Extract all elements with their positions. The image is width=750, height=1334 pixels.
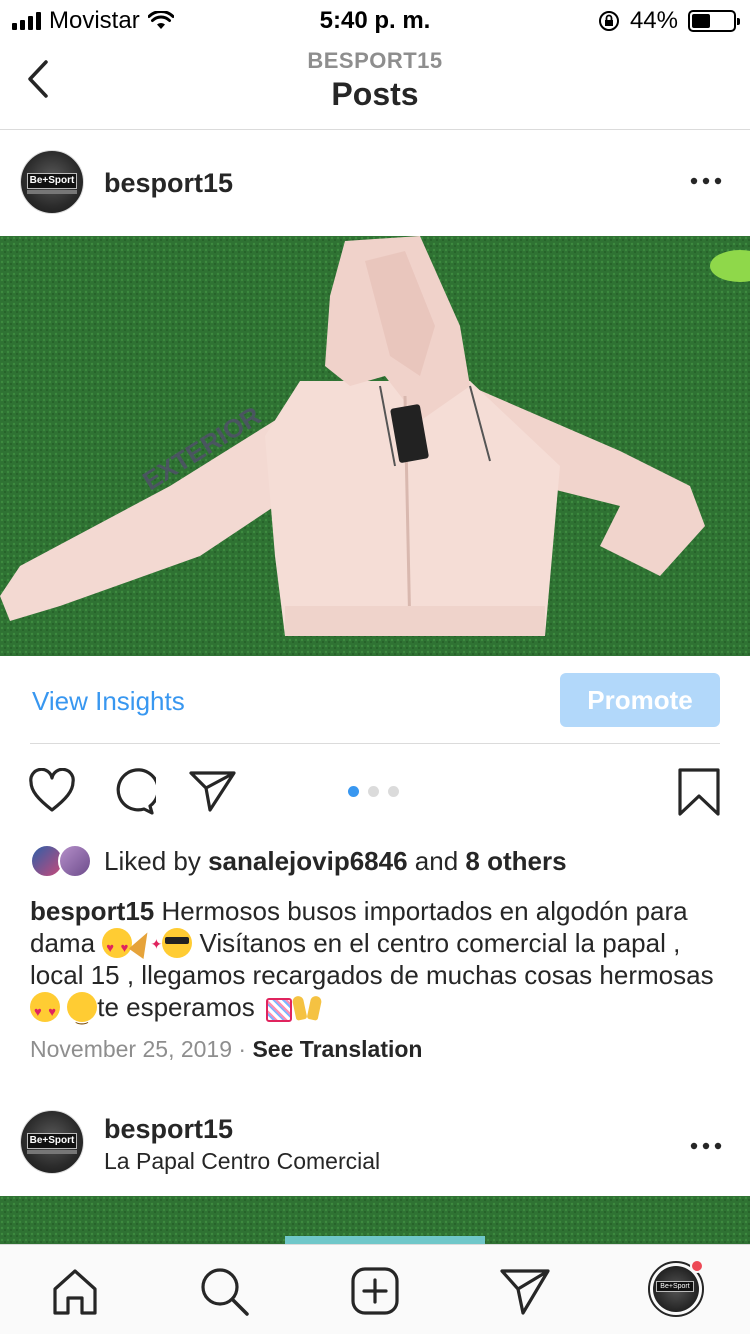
caption-text-3: te esperamos bbox=[97, 992, 255, 1022]
nav-subtitle: BESPORT15 bbox=[307, 48, 443, 73]
divider bbox=[30, 743, 720, 744]
post-meta: November 25, 2019 · See Translation bbox=[30, 1036, 422, 1063]
post-date: November 25, 2019 bbox=[30, 1036, 233, 1062]
profile-avatar: Be+Sport bbox=[653, 1266, 699, 1312]
likes-text: Liked by sanalejovip6846 and 8 others bbox=[104, 846, 567, 877]
carousel-indicator bbox=[348, 786, 399, 797]
post-header-2: Be+Sport besport15 La Papal Centro Comer… bbox=[0, 1092, 750, 1192]
nav-header: BESPORT15 Posts bbox=[0, 40, 750, 130]
tab-bar: Be+Sport bbox=[0, 1244, 750, 1334]
meta-separator: · bbox=[238, 1036, 247, 1062]
wrapped-gift-emoji-icon bbox=[262, 992, 292, 1022]
carousel-dot bbox=[388, 786, 399, 797]
profile-avatar-logo: Be+Sport bbox=[656, 1281, 694, 1292]
sunglasses-emoji-icon bbox=[162, 928, 193, 958]
battery-icon bbox=[688, 10, 740, 32]
tab-profile[interactable]: Be+Sport bbox=[648, 1259, 704, 1317]
insights-row: View Insights Promote bbox=[0, 672, 750, 744]
liker-avatars[interactable] bbox=[30, 844, 94, 878]
comment-icon bbox=[116, 768, 160, 815]
new-post-icon bbox=[351, 1267, 399, 1315]
smiling-face-emoji-icon bbox=[67, 992, 98, 1032]
raising-hands-emoji-icon bbox=[292, 992, 322, 1022]
search-icon bbox=[201, 1268, 249, 1316]
orientation-lock-icon bbox=[598, 11, 619, 31]
comment-button[interactable] bbox=[108, 768, 160, 821]
status-bar: Movistar 5:40 p. m. 44% bbox=[0, 0, 750, 40]
post-caption: besport15 Hermosos busos importados en a… bbox=[30, 895, 730, 1032]
heart-icon bbox=[29, 767, 75, 812]
post-header: Be+Sport besport15 bbox=[0, 132, 750, 232]
home-icon bbox=[53, 1269, 97, 1315]
avatar[interactable]: Be+Sport bbox=[20, 150, 84, 214]
send-icon bbox=[189, 771, 236, 812]
liker-username[interactable]: sanalejovip6846 bbox=[208, 846, 407, 876]
direct-icon bbox=[500, 1269, 550, 1315]
post-username[interactable]: besport15 bbox=[104, 1114, 233, 1145]
more-options-button[interactable] bbox=[690, 172, 722, 186]
avatar-logo: Be+Sport bbox=[27, 1133, 77, 1149]
battery-percent: 44% bbox=[629, 7, 678, 34]
tab-new-post[interactable] bbox=[347, 1263, 403, 1319]
avatar-logo-strip bbox=[27, 190, 77, 194]
post-username[interactable]: besport15 bbox=[104, 168, 233, 199]
caption-username[interactable]: besport15 bbox=[30, 896, 154, 926]
avatar-logo: Be+Sport bbox=[27, 173, 77, 189]
notification-dot bbox=[690, 1259, 704, 1273]
save-button[interactable] bbox=[676, 766, 722, 823]
battery-fill bbox=[692, 14, 710, 28]
more-horizontal-icon bbox=[690, 1142, 722, 1150]
carousel-dot bbox=[348, 786, 359, 797]
likes-others[interactable]: 8 others bbox=[465, 846, 566, 876]
tab-home[interactable] bbox=[47, 1263, 103, 1319]
post-location[interactable]: La Papal Centro Comercial bbox=[104, 1148, 380, 1175]
status-right: 44% bbox=[598, 7, 740, 35]
tab-direct[interactable] bbox=[497, 1263, 553, 1319]
hoodie-photo: EXTERIOR bbox=[0, 236, 750, 656]
promote-button[interactable]: Promote bbox=[560, 673, 720, 727]
like-button[interactable] bbox=[28, 767, 76, 819]
page-title: Posts bbox=[331, 76, 419, 112]
more-options-button[interactable] bbox=[690, 1137, 722, 1151]
avatar[interactable]: Be+Sport bbox=[20, 1110, 84, 1174]
carousel-dot bbox=[368, 786, 379, 797]
likes-row: Liked by sanalejovip6846 and 8 others bbox=[30, 843, 567, 879]
tab-search[interactable] bbox=[196, 1263, 252, 1319]
avatar-logo-strip bbox=[27, 1150, 77, 1154]
heart-eyes-emoji-icon bbox=[30, 992, 60, 1028]
likes-and: and bbox=[414, 845, 459, 876]
bookmark-icon bbox=[678, 768, 720, 816]
more-horizontal-icon bbox=[690, 177, 722, 185]
see-translation-link[interactable]: See Translation bbox=[252, 1036, 422, 1062]
likes-prefix: Liked by bbox=[104, 845, 201, 876]
post-photo-2[interactable] bbox=[0, 1196, 750, 1244]
post-photo[interactable]: EXTERIOR bbox=[0, 236, 750, 656]
view-insights-link[interactable]: View Insights bbox=[32, 686, 185, 717]
party-popper-emoji-icon bbox=[132, 928, 163, 960]
liker-avatar bbox=[58, 844, 92, 878]
share-button[interactable] bbox=[188, 768, 238, 819]
heart-eyes-emoji-icon bbox=[102, 928, 133, 964]
post-2-photo bbox=[0, 1196, 750, 1244]
